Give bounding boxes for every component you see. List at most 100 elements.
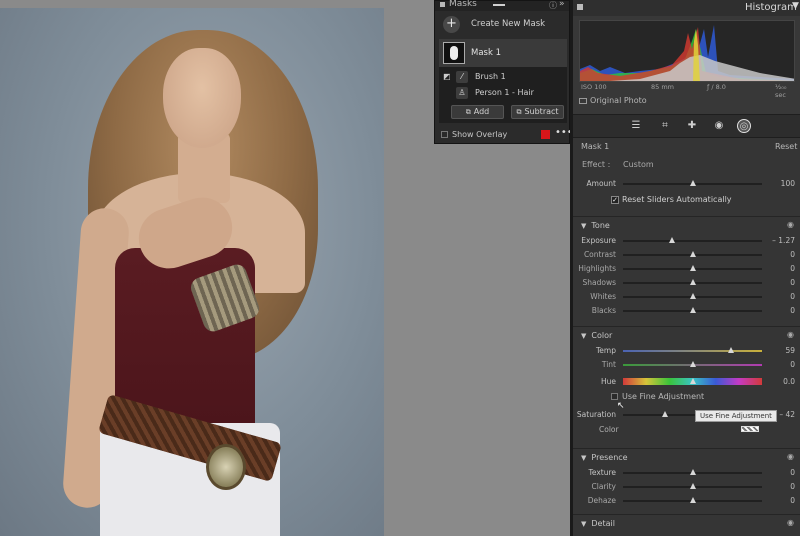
blacks-value[interactable]: 0 xyxy=(763,306,795,315)
exposure-value[interactable]: – 1.27 xyxy=(763,236,795,245)
whites-value[interactable]: 0 xyxy=(763,292,795,301)
mask-settings-name: Mask 1 xyxy=(581,142,610,151)
dehaze-slider-knob[interactable] xyxy=(689,497,696,503)
tint-value[interactable]: 0 xyxy=(763,360,795,369)
crop-icon[interactable]: ⌗ xyxy=(658,119,672,133)
whites-slider-row: Whites 0 xyxy=(573,291,800,303)
panel-marker-icon xyxy=(577,4,583,10)
amount-value[interactable]: 100 xyxy=(763,179,795,188)
exif-iso: ISO 100 xyxy=(581,83,607,91)
temp-slider-knob[interactable] xyxy=(728,347,735,353)
clarity-slider-knob[interactable] xyxy=(689,483,696,489)
tone-section: ▼ Tone ◉ Exposure – 1.27 Contrast 0 Highlight… xyxy=(573,216,800,326)
color-swatch[interactable] xyxy=(741,426,759,432)
detail-section: ▼ Detail ◉ xyxy=(573,514,800,536)
drag-handle[interactable] xyxy=(493,4,505,6)
blacks-label: Blacks xyxy=(591,306,616,315)
temp-label: Temp xyxy=(596,346,616,355)
original-photo-icon xyxy=(579,97,587,104)
overlay-color-swatch[interactable] xyxy=(541,130,550,139)
temp-slider[interactable] xyxy=(623,350,762,352)
contrast-value[interactable]: 0 xyxy=(763,250,795,259)
collapse-triangle-icon[interactable]: ▼ xyxy=(792,1,799,11)
subtract-label: Subtract xyxy=(524,107,559,116)
eye-icon[interactable]: ◉ xyxy=(787,452,794,461)
color-swatch-row: Color xyxy=(573,423,800,435)
presence-title: Presence xyxy=(591,453,628,462)
mask-component-brush[interactable]: ◩ ⁄ Brush 1 xyxy=(439,69,567,85)
hue-value[interactable]: 0.0 xyxy=(763,377,795,386)
masking-icon[interactable]: ◎ xyxy=(737,119,751,133)
presence-header[interactable]: ▼ Presence xyxy=(581,453,628,462)
dehaze-value[interactable]: 0 xyxy=(763,496,795,505)
hue-label: Hue xyxy=(600,377,616,386)
photo-face xyxy=(163,48,241,148)
add-button[interactable]: ⧉ Add xyxy=(451,105,504,119)
eye-icon[interactable]: ◉ xyxy=(787,518,794,527)
show-overlay-row: Show Overlay ••• xyxy=(435,127,573,143)
highlights-label: Highlights xyxy=(578,264,616,273)
hue-slider-knob[interactable] xyxy=(689,378,696,384)
color-section: ▼ Color ◉ Temp 59 Tint 0 Hue 0.0 Use Fin… xyxy=(573,326,800,448)
effect-dropdown[interactable]: Custom xyxy=(623,160,654,169)
blacks-slider-row: Blacks 0 xyxy=(573,305,800,317)
highlights-value[interactable]: 0 xyxy=(763,264,795,273)
plus-icon: + xyxy=(443,16,460,33)
shadows-slider-knob[interactable] xyxy=(689,279,696,285)
fine-adjustment-checkbox[interactable] xyxy=(611,393,618,400)
exposure-slider-row: Exposure – 1.27 xyxy=(573,235,800,247)
contrast-slider-knob[interactable] xyxy=(689,251,696,257)
color-header[interactable]: ▼ Color xyxy=(581,331,612,340)
person-icon: ♙ xyxy=(456,87,468,99)
mask-item[interactable]: Mask 1 xyxy=(439,39,567,67)
expand-triangle-icon: ▼ xyxy=(581,222,587,230)
blacks-slider-knob[interactable] xyxy=(689,307,696,313)
reset-sliders-auto-toggle[interactable]: ✓ Reset Sliders Automatically xyxy=(611,195,732,204)
component-label: Person 1 - Hair xyxy=(475,88,534,97)
reset-sliders-label: Reset Sliders Automatically xyxy=(622,195,732,204)
fine-adjustment-toggle[interactable]: Use Fine Adjustment xyxy=(611,392,704,401)
texture-slider-knob[interactable] xyxy=(689,469,696,475)
temp-value[interactable]: 59 xyxy=(763,346,795,355)
expand-triangle-icon: ▼ xyxy=(581,520,587,528)
amount-label: Amount xyxy=(586,179,616,188)
tint-slider-knob[interactable] xyxy=(689,361,696,367)
photo-preview[interactable] xyxy=(0,8,384,536)
eye-icon[interactable]: ◉ xyxy=(787,330,794,339)
exposure-slider-knob[interactable] xyxy=(668,237,675,243)
redeye-icon[interactable]: ◉ xyxy=(712,119,726,133)
exif-info: ISO 100 85 mm ƒ / 8.0 ¹⁄₂₀₀ sec xyxy=(579,82,799,99)
create-new-mask-label: Create New Mask xyxy=(471,19,546,29)
detail-header[interactable]: ▼ Detail xyxy=(581,519,615,528)
create-new-mask-button[interactable]: + Create New Mask xyxy=(441,15,565,35)
highlights-slider-knob[interactable] xyxy=(689,265,696,271)
reset-button[interactable]: Reset xyxy=(775,142,797,151)
exposure-slider[interactable] xyxy=(623,240,762,242)
help-icon[interactable]: ⓘ xyxy=(549,0,557,11)
texture-value[interactable]: 0 xyxy=(763,468,795,477)
texture-slider-row: Texture 0 xyxy=(573,467,800,479)
subtract-button[interactable]: ⧉ Subtract xyxy=(511,105,564,119)
saturation-slider-knob[interactable] xyxy=(661,411,668,417)
masks-header[interactable]: Masks ⓘ » xyxy=(435,0,569,11)
sliders-icon[interactable]: ☰ xyxy=(629,119,643,133)
original-photo-toggle[interactable]: Original Photo xyxy=(579,96,647,105)
eye-icon[interactable]: ◉ xyxy=(787,220,794,229)
subtract-icon: ⧉ xyxy=(516,108,522,116)
tint-label: Tint xyxy=(601,360,616,369)
clarity-value[interactable]: 0 xyxy=(763,482,795,491)
histogram-header[interactable]: Histogram ▼ xyxy=(573,0,800,16)
whites-slider-knob[interactable] xyxy=(689,293,696,299)
saturation-label: Saturation xyxy=(576,410,616,419)
add-label: Add xyxy=(473,107,490,116)
collapse-icon[interactable]: » xyxy=(559,0,565,9)
amount-slider-knob[interactable] xyxy=(689,180,696,186)
histogram-graph[interactable] xyxy=(579,20,795,82)
tone-header[interactable]: ▼ Tone xyxy=(581,221,610,230)
panel-grip-icon xyxy=(440,2,445,7)
heal-icon[interactable]: ✚ xyxy=(685,119,699,133)
reset-sliders-checkbox[interactable]: ✓ xyxy=(611,195,619,204)
shadows-value[interactable]: 0 xyxy=(763,278,795,287)
mask-component-person[interactable]: ♙ Person 1 - Hair xyxy=(439,85,567,101)
show-overlay-checkbox[interactable] xyxy=(441,131,448,138)
